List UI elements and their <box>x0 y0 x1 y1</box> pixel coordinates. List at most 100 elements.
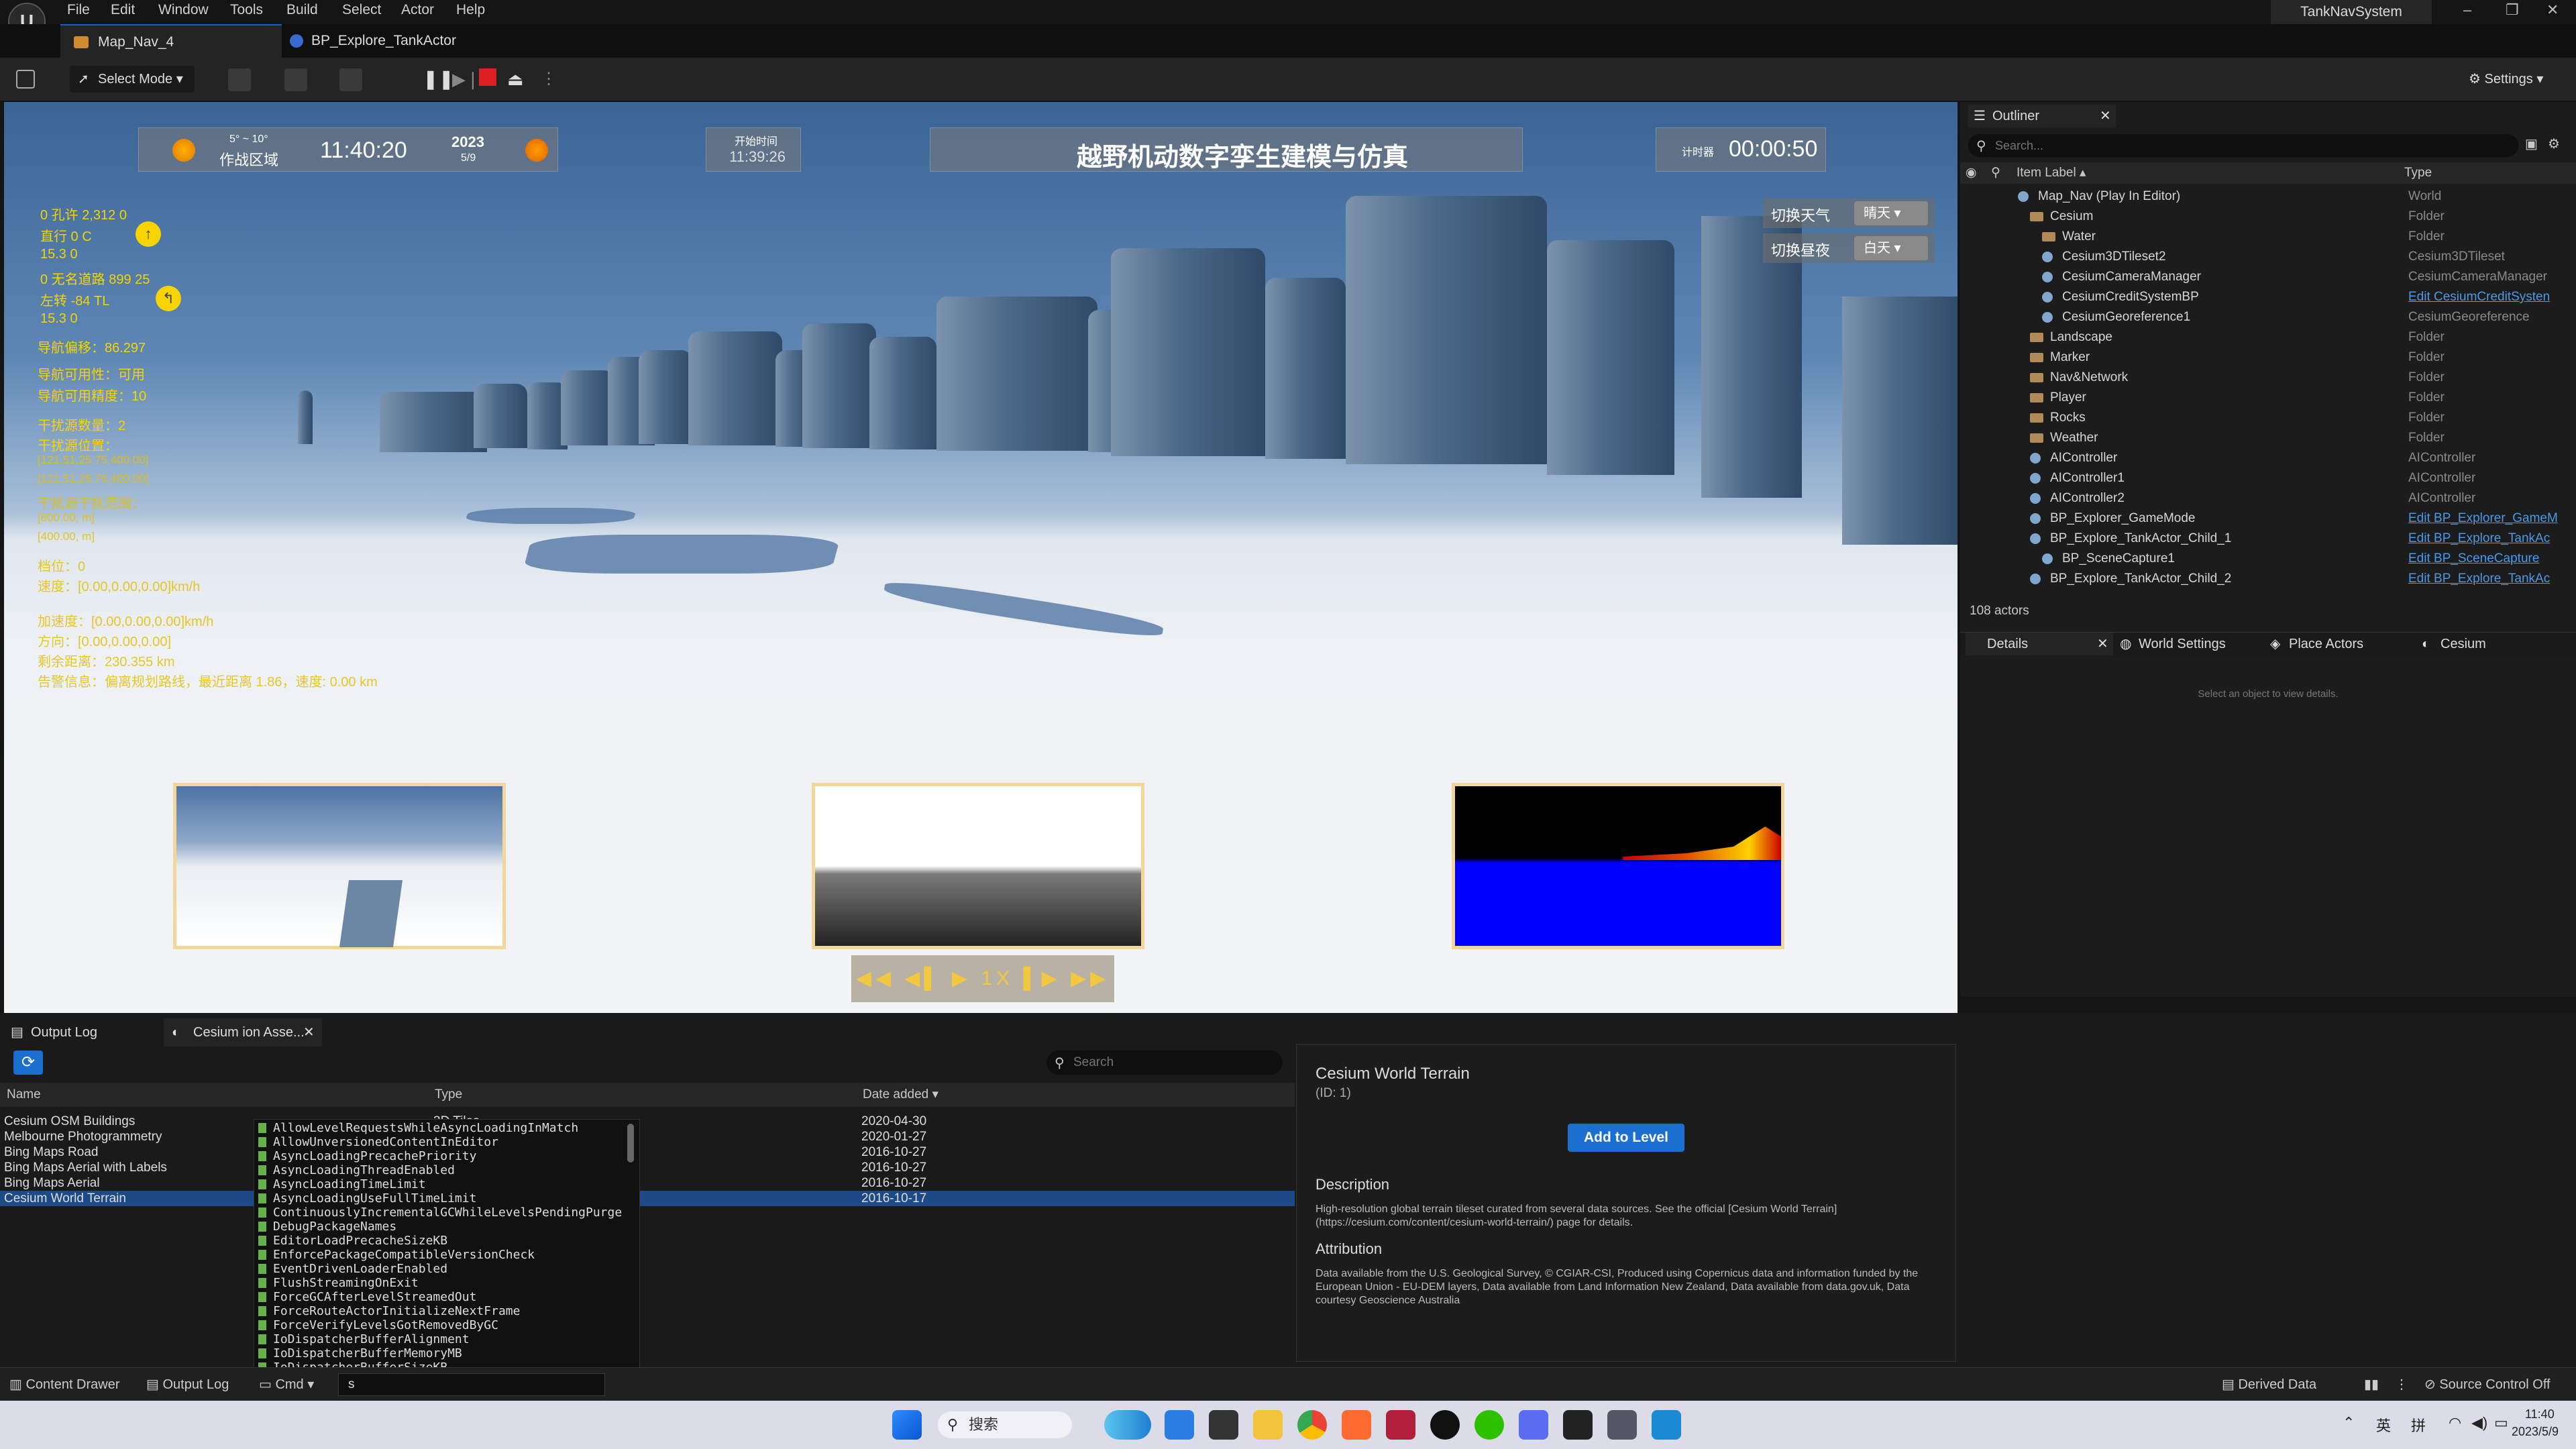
more-options-icon[interactable]: ⋮ <box>541 66 557 93</box>
input-lang-1[interactable]: 英 <box>2376 1414 2391 1436</box>
menu-file[interactable]: File <box>67 2 90 18</box>
tab-place-actors[interactable]: ◈ Place Actors <box>2269 633 2363 655</box>
outliner-row[interactable]: Weather Folder <box>1960 428 2576 448</box>
outliner-row[interactable]: Map_Nav (Play In Editor) World <box>1960 186 2576 207</box>
column-date[interactable]: Date added ▾ <box>863 1083 938 1107</box>
playback-controls[interactable]: ◀◀ ◀▌ ▶ 1X ▌▶ ▶▶ ↻ <box>851 955 1114 1002</box>
outliner-search[interactable]: ⚲ <box>1968 134 2518 157</box>
autocomplete-item[interactable]: ForceGCAfterLevelStreamedOut <box>258 1290 476 1304</box>
tab-blueprint[interactable]: BP_Explore_TankActor <box>287 24 488 58</box>
asset-row[interactable]: Bing Maps Road 2016-10-27 <box>0 1144 1295 1160</box>
add-folder-icon[interactable]: ▣ <box>2525 136 2538 152</box>
outliner-row[interactable]: Water Folder <box>1960 227 2576 247</box>
asset-row[interactable]: Melbourne Photogrammetry 2020-01-27 <box>0 1129 1295 1144</box>
semantic-view-thumbnail[interactable] <box>1452 783 1784 949</box>
column-type[interactable]: Type <box>435 1083 462 1107</box>
level-viewport[interactable]: 5° ~ 10° 作战区域 11:40:20 2023 5/9 开始时间 11:… <box>4 102 1957 1013</box>
menu-build[interactable]: Build <box>286 2 318 18</box>
derived-data-button[interactable]: ▤ Derived Data <box>2222 1368 2316 1401</box>
menu-tools[interactable]: Tools <box>230 2 263 18</box>
outliner-row[interactable]: CesiumCreditSystemBP Edit CesiumCreditSys… <box>1960 287 2576 307</box>
add-to-level-button[interactable]: Add to Level <box>1568 1124 1684 1152</box>
battery-icon[interactable]: ▭ <box>2494 1414 2508 1432</box>
outliner-row[interactable]: CesiumCameraManager CesiumCameraManager <box>1960 267 2576 287</box>
stop-icon[interactable] <box>479 68 496 86</box>
scrollbar[interactable] <box>627 1124 634 1163</box>
close-tab-icon[interactable]: ✕ <box>2100 105 2111 127</box>
volume-icon[interactable]: ◀) <box>2471 1414 2487 1432</box>
outliner-row[interactable]: Nav&Network Folder <box>1960 368 2576 388</box>
clock-date[interactable]: 2023/5/9 <box>2512 1425 2559 1439</box>
blueprint-menu-icon[interactable] <box>284 68 307 91</box>
pause-icon[interactable]: ❚❚ <box>423 66 454 93</box>
mail-icon[interactable] <box>1165 1410 1194 1440</box>
eject-icon[interactable]: ⏏ <box>507 66 524 93</box>
menu-edit[interactable]: Edit <box>111 2 135 18</box>
outliner-item-type[interactable]: Edit BP_Explorer_GameM <box>2408 508 2558 529</box>
outliner-row[interactable]: AIController2 AIController <box>1960 488 2576 508</box>
outliner-row[interactable]: Rocks Folder <box>1960 408 2576 428</box>
epic-games-icon[interactable] <box>1563 1410 1593 1440</box>
wifi-icon[interactable]: ◠ <box>2449 1414 2461 1432</box>
assets-search[interactable]: ⚲ <box>1046 1051 1283 1075</box>
settings-button[interactable]: ⚙ Settings ▾ <box>2469 66 2543 93</box>
cmd-dropdown[interactable]: ▭ Cmd ▾ <box>259 1368 314 1401</box>
console-input[interactable]: s <box>338 1373 605 1396</box>
autocomplete-item[interactable]: ContinuouslyIncrementalGCWhileLevelsPend… <box>258 1205 622 1220</box>
column-item-label[interactable]: Item Label ▴ <box>2017 162 2086 184</box>
eye-icon[interactable]: ◉ <box>1966 162 1977 184</box>
outliner-row[interactable]: Marker Folder <box>1960 347 2576 368</box>
settings-gear-icon[interactable]: ⚙ <box>2548 136 2560 152</box>
outliner-search-input[interactable] <box>1995 137 2505 154</box>
minimize-icon[interactable]: – <box>2463 1 2471 19</box>
app-icon[interactable] <box>1342 1410 1371 1440</box>
close-icon[interactable]: ✕ <box>2546 1 2559 19</box>
file-explorer-icon[interactable] <box>1253 1410 1283 1440</box>
app-icon[interactable] <box>1652 1410 1681 1440</box>
asset-row[interactable]: Bing Maps Aerial 2016-10-27 <box>0 1175 1295 1191</box>
outliner-row[interactable]: Player Folder <box>1960 388 2576 408</box>
terminal-icon[interactable] <box>1209 1410 1238 1440</box>
source-control-button[interactable]: ⊘ Source Control Off <box>2424 1368 2551 1401</box>
unreal-engine-icon[interactable] <box>1430 1410 1460 1440</box>
weather-dropdown[interactable]: 晴天 ▾ <box>1854 201 1928 225</box>
tab-world-settings[interactable]: ◍ World Settings <box>2118 633 2226 655</box>
refresh-button[interactable]: ⟳ <box>13 1051 43 1075</box>
outliner-row[interactable]: AIController AIController <box>1960 448 2576 468</box>
autocomplete-item[interactable]: ForceRouteActorInitializeNextFrame <box>258 1304 520 1318</box>
settings-icon[interactable] <box>1607 1410 1637 1440</box>
save-icon[interactable] <box>16 70 35 89</box>
menu-select[interactable]: Select <box>342 2 381 18</box>
daynight-dropdown[interactable]: 白天 ▾ <box>1854 236 1928 260</box>
autocomplete-item[interactable]: AllowUnversionedContentInEditor <box>258 1135 498 1149</box>
content-drawer-button[interactable]: ▥ Content Drawer <box>9 1368 120 1401</box>
autocomplete-item[interactable]: EventDrivenLoaderEnabled <box>258 1262 447 1276</box>
column-name[interactable]: Name <box>7 1083 41 1107</box>
more-icon[interactable]: ⋮ <box>2395 1368 2408 1401</box>
step-icon[interactable]: ▶❘ <box>452 66 480 93</box>
tab-cesium-ion[interactable]: ◐ Cesium ion Asse... ✕ <box>164 1018 322 1046</box>
column-type[interactable]: Type <box>2404 162 2432 184</box>
add-actor-icon[interactable] <box>228 68 251 91</box>
outliner-row[interactable]: BP_Explorer_GameMode Edit BP_Explorer_Gam… <box>1960 508 2576 529</box>
stats-icon[interactable]: ▮▮ <box>2364 1368 2379 1401</box>
outliner-row[interactable]: BP_SceneCapture1 Edit BP_SceneCapture <box>1960 549 2576 569</box>
autocomplete-item[interactable]: FlushStreamingOnExit <box>258 1276 419 1290</box>
autocomplete-item[interactable]: AsyncLoadingThreadEnabled <box>258 1163 455 1177</box>
output-log-button[interactable]: ▤ Output Log <box>146 1368 229 1401</box>
asset-row[interactable]: Cesium OSM Buildings3D Tiles2020-04-30 <box>0 1114 1295 1129</box>
app-icon[interactable] <box>1519 1410 1548 1440</box>
chrome-icon[interactable] <box>1297 1410 1327 1440</box>
autocomplete-item[interactable]: IoDispatcherBufferAlignment <box>258 1332 470 1346</box>
autocomplete-item[interactable]: ForceVerifyLevelsGotRemovedByGC <box>258 1318 498 1332</box>
asset-row[interactable]: Cesium World Terrain 2016-10-17 <box>0 1191 1295 1206</box>
outliner-row[interactable]: AIController1 AIController <box>1960 468 2576 488</box>
tab-outliner[interactable]: ☰ Outliner ✕ <box>1968 105 2116 127</box>
pin-icon[interactable]: ⚲ <box>1991 162 2000 184</box>
autocomplete-item[interactable]: AsyncLoadingPrecachePriority <box>258 1149 476 1163</box>
menu-help[interactable]: Help <box>456 2 485 18</box>
chevron-up-icon[interactable]: ⌃ <box>2343 1414 2355 1432</box>
depth-view-thumbnail[interactable] <box>812 783 1144 949</box>
wechat-icon[interactable] <box>1474 1410 1504 1440</box>
console-autocomplete[interactable]: AllowLevelRequestsWhileAsyncLoadingInMat… <box>254 1119 640 1368</box>
